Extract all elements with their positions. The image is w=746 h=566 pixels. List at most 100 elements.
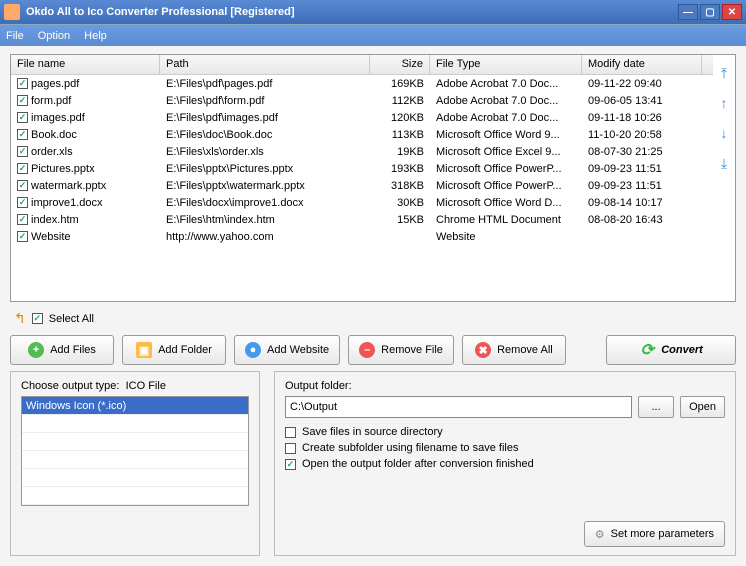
file-date: 08-07-30 21:25 bbox=[582, 146, 702, 158]
remove-all-icon: ✖ bbox=[475, 342, 491, 358]
move-bottom-icon[interactable]: ⤓ bbox=[716, 155, 732, 171]
table-row[interactable]: ✓Book.docE:\Files\doc\Book.doc113KBMicro… bbox=[11, 126, 713, 143]
table-row[interactable]: ✓form.pdfE:\Files\pdf\form.pdf112KBAdobe… bbox=[11, 92, 713, 109]
file-type: Adobe Acrobat 7.0 Doc... bbox=[430, 95, 582, 107]
select-all-label: Select All bbox=[49, 313, 94, 325]
gear-icon: ⚙ bbox=[595, 528, 605, 541]
file-date: 11-10-20 20:58 bbox=[582, 129, 702, 141]
table-row[interactable]: ✓pages.pdfE:\Files\pdf\pages.pdf169KBAdo… bbox=[11, 75, 713, 92]
save-in-source-checkbox[interactable] bbox=[285, 427, 296, 438]
row-checkbox[interactable]: ✓ bbox=[17, 163, 28, 174]
file-type: Microsoft Office PowerP... bbox=[430, 163, 582, 175]
file-size: 19KB bbox=[370, 146, 430, 158]
move-top-icon[interactable]: ⤒ bbox=[716, 65, 732, 81]
output-folder-input[interactable] bbox=[285, 396, 632, 418]
select-all-checkbox[interactable]: ✓ bbox=[32, 313, 43, 324]
table-row[interactable]: ✓images.pdf E:\Files\pdf\images.pdf120KBA… bbox=[11, 109, 713, 126]
file-date: 08-08-20 16:43 bbox=[582, 214, 702, 226]
move-down-icon[interactable]: ↓ bbox=[716, 125, 732, 141]
row-checkbox[interactable]: ✓ bbox=[17, 231, 28, 242]
file-date: 09-09-23 11:51 bbox=[582, 180, 702, 192]
table-row[interactable]: ✓improve1.docxE:\Files\docx\improve1.doc… bbox=[11, 194, 713, 211]
table-row[interactable]: ✓order.xlsE:\Files\xls\order.xls19KBMicr… bbox=[11, 143, 713, 160]
open-after-checkbox[interactable]: ✓ bbox=[285, 459, 296, 470]
file-date: 09-06-05 13:41 bbox=[582, 95, 702, 107]
table-row[interactable]: ✓index.htmE:\Files\htm\index.htm15KBChro… bbox=[11, 211, 713, 228]
table-row[interactable]: ✓Websitehttp://www.yahoo.comWebsite bbox=[11, 228, 713, 245]
file-date: 09-08-14 10:17 bbox=[582, 197, 702, 209]
menu-file[interactable]: File bbox=[6, 30, 24, 42]
add-files-button[interactable]: +Add Files bbox=[10, 335, 114, 365]
row-checkbox[interactable]: ✓ bbox=[17, 78, 28, 89]
file-size: 113KB bbox=[370, 129, 430, 141]
row-checkbox[interactable]: ✓ bbox=[17, 129, 28, 140]
file-path: E:\Files\pdf\pages.pdf bbox=[160, 78, 370, 90]
menu-option[interactable]: Option bbox=[38, 30, 70, 42]
col-path[interactable]: Path bbox=[160, 55, 370, 74]
file-list: File name Path Size File Type Modify dat… bbox=[10, 54, 736, 302]
file-path: E:\Files\pdf\images.pdf bbox=[160, 112, 370, 124]
file-type: Adobe Acrobat 7.0 Doc... bbox=[430, 112, 582, 124]
file-path: E:\Files\pptx\Pictures.pptx bbox=[160, 163, 370, 175]
title-bar: Okdo All to Ico Converter Professional [… bbox=[0, 0, 746, 24]
plus-icon: + bbox=[28, 342, 44, 358]
file-size: 169KB bbox=[370, 78, 430, 90]
col-name[interactable]: File name bbox=[11, 55, 160, 74]
folder-icon: ▣ bbox=[136, 342, 152, 358]
open-folder-button[interactable]: Open bbox=[680, 396, 725, 418]
save-in-source-label: Save files in source directory bbox=[302, 426, 443, 438]
file-type: Chrome HTML Document bbox=[430, 214, 582, 226]
browse-button[interactable]: ... bbox=[638, 396, 674, 418]
row-checkbox[interactable]: ✓ bbox=[17, 146, 28, 157]
table-body: ✓pages.pdfE:\Files\pdf\pages.pdf169KBAdo… bbox=[11, 75, 713, 245]
file-type: Microsoft Office PowerP... bbox=[430, 180, 582, 192]
file-type: Website bbox=[430, 231, 582, 243]
output-type-current: ICO File bbox=[126, 380, 166, 392]
row-checkbox[interactable]: ✓ bbox=[17, 197, 28, 208]
create-subfolder-checkbox[interactable] bbox=[285, 443, 296, 454]
add-folder-button[interactable]: ▣Add Folder bbox=[122, 335, 226, 365]
remove-file-button[interactable]: –Remove File bbox=[348, 335, 454, 365]
close-button[interactable]: ✕ bbox=[722, 4, 742, 20]
move-up-icon[interactable]: ↑ bbox=[716, 95, 732, 111]
add-website-button[interactable]: ●Add Website bbox=[234, 335, 340, 365]
col-date[interactable]: Modify date bbox=[582, 55, 702, 74]
file-size: 120KB bbox=[370, 112, 430, 124]
output-folder-label: Output folder: bbox=[285, 380, 725, 392]
table-row[interactable]: ✓watermark.pptxE:\Files\pptx\watermark.p… bbox=[11, 177, 713, 194]
file-date: 09-11-18 10:26 bbox=[582, 112, 702, 124]
minus-icon: – bbox=[359, 342, 375, 358]
file-type: Adobe Acrobat 7.0 Doc... bbox=[430, 78, 582, 90]
up-level-icon[interactable]: ↰ bbox=[14, 310, 26, 327]
row-checkbox[interactable]: ✓ bbox=[17, 180, 28, 191]
app-icon bbox=[4, 4, 20, 20]
file-date: 09-11-22 09:40 bbox=[582, 78, 702, 90]
maximize-button[interactable]: ▢ bbox=[700, 4, 720, 20]
file-name: images.pdf bbox=[31, 112, 85, 124]
output-type-label: Choose output type: bbox=[21, 380, 119, 392]
file-type: Microsoft Office Word D... bbox=[430, 197, 582, 209]
remove-all-button[interactable]: ✖Remove All bbox=[462, 335, 566, 365]
convert-button[interactable]: ⟳Convert bbox=[606, 335, 736, 365]
file-name: order.xls bbox=[31, 146, 73, 158]
output-type-list[interactable]: Windows Icon (*.ico) bbox=[21, 396, 249, 506]
file-name: form.pdf bbox=[31, 95, 71, 107]
row-checkbox[interactable]: ✓ bbox=[17, 112, 28, 123]
minimize-button[interactable]: — bbox=[678, 4, 698, 20]
file-size: 193KB bbox=[370, 163, 430, 175]
file-path: E:\Files\pdf\form.pdf bbox=[160, 95, 370, 107]
output-type-option[interactable]: Windows Icon (*.ico) bbox=[22, 397, 248, 415]
file-name: index.htm bbox=[31, 214, 79, 226]
menu-help[interactable]: Help bbox=[84, 30, 107, 42]
row-checkbox[interactable]: ✓ bbox=[17, 95, 28, 106]
output-folder-panel: Output folder: ... Open Save files in so… bbox=[274, 371, 736, 556]
row-checkbox[interactable]: ✓ bbox=[17, 214, 28, 225]
col-type[interactable]: File Type bbox=[430, 55, 582, 74]
file-name: Pictures.pptx bbox=[31, 163, 95, 175]
table-header: File name Path Size File Type Modify dat… bbox=[11, 55, 713, 75]
col-size[interactable]: Size bbox=[370, 55, 430, 74]
set-more-parameters-button[interactable]: ⚙Set more parameters bbox=[584, 521, 725, 547]
file-name: Website bbox=[31, 231, 71, 243]
file-path: E:\Files\doc\Book.doc bbox=[160, 129, 370, 141]
table-row[interactable]: ✓Pictures.pptx E:\Files\pptx\Pictures.ppt… bbox=[11, 160, 713, 177]
